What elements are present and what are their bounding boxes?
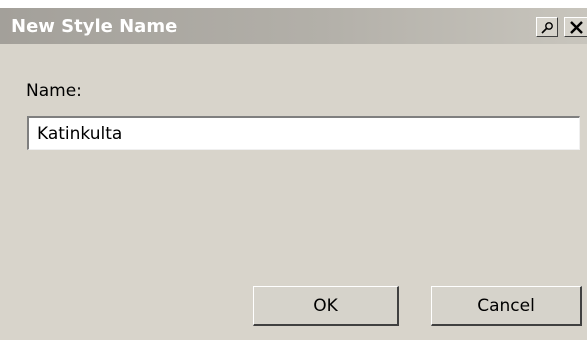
dialog-title: New Style Name xyxy=(11,16,178,37)
title-bar[interactable]: New Style Name xyxy=(0,8,587,44)
close-icon xyxy=(570,21,583,34)
new-style-name-dialog: New Style Name Name: OK Cancel xyxy=(0,8,587,340)
name-label: Name: xyxy=(26,81,82,101)
background-window-strip xyxy=(0,0,587,8)
pin-button[interactable] xyxy=(536,17,558,37)
pin-icon xyxy=(541,22,553,34)
name-input[interactable] xyxy=(27,116,580,150)
cancel-button[interactable]: Cancel xyxy=(431,286,582,326)
ok-button[interactable]: OK xyxy=(253,286,399,326)
close-button[interactable] xyxy=(564,17,587,37)
